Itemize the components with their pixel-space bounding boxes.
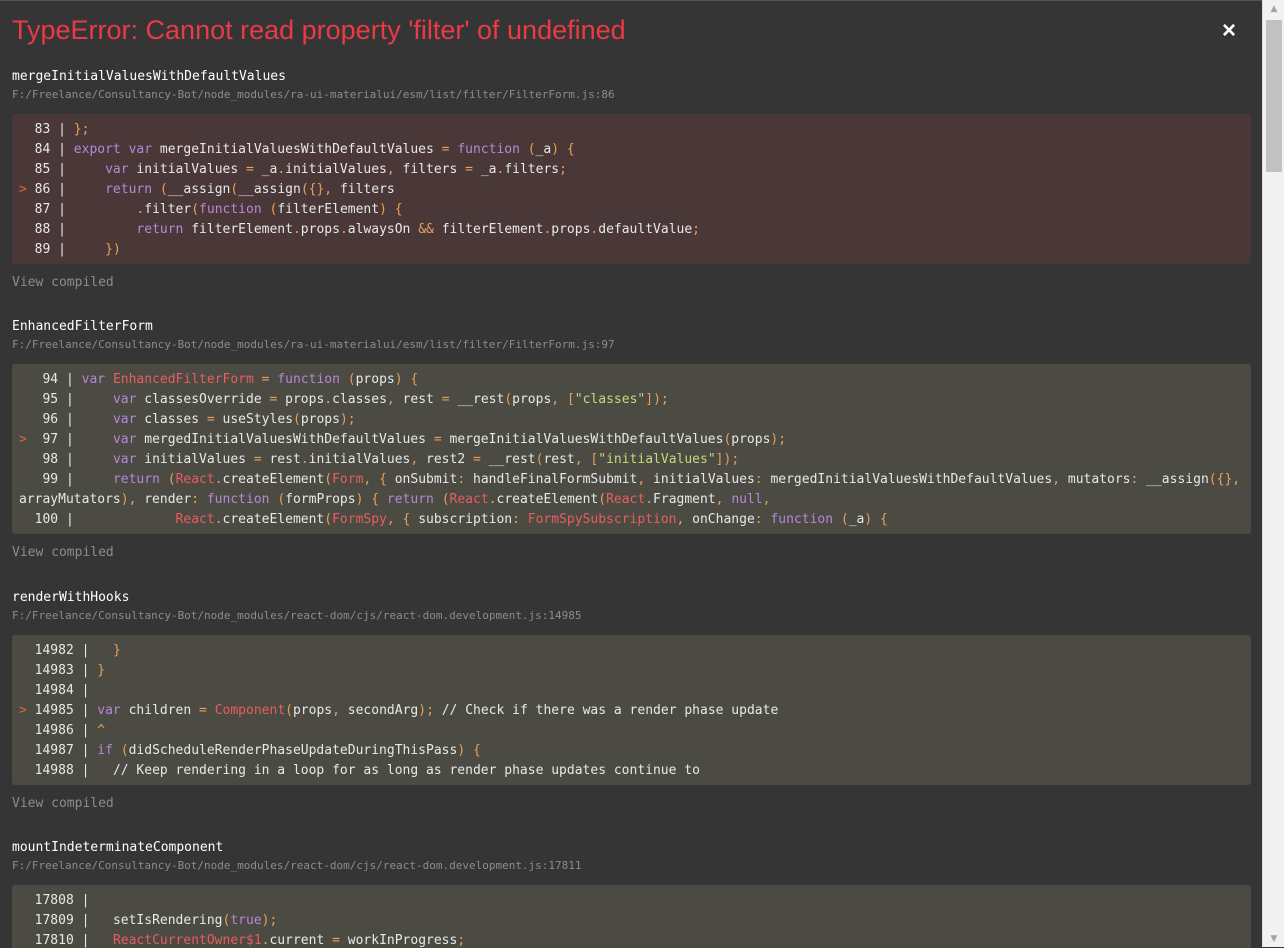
line-number: 14987 | [34,743,98,758]
frame-function-name: renderWithHooks [12,590,130,605]
view-compiled-link[interactable]: View compiled [12,796,1251,812]
code-snippet: 94 | var EnhancedFilterForm = function (… [12,364,1251,534]
code-line: 14982 | } [34,643,121,658]
line-number: 87 | [34,202,74,217]
code-line: 14988 | // Keep rendering in a loop for … [34,763,700,778]
line-number: 14984 | [34,683,98,698]
frame-file-path: F:/Freelance/Consultancy-Bot/node_module… [12,609,582,622]
code-line: 96 | var classes = useStyles(props); [34,412,356,427]
stack-frame: renderWithHooks F:/Freelance/Consultancy-… [12,590,1251,812]
error-marker-icon: > [19,703,27,718]
code-line: 17809 | setIsRendering(true); [34,913,278,928]
close-icon[interactable]: × [1222,19,1236,43]
code-snippet: 14982 | } 14983 | } 14984 | > 14985 | va… [12,635,1251,785]
code-line-error: > 14985 | var children = Component(props… [19,703,779,718]
stack-frame: EnhancedFilterForm F:/Freelance/Consultan… [12,319,1251,561]
stack-frame: mergeInitialValuesWithDefaultValues F:/Fr… [12,69,1251,291]
code-line: 14984 | [19,681,1251,701]
code-line: 83 | }; [34,122,90,137]
code-line: 87 | .filter(function (filterElement) { [34,202,403,217]
code-line: 85 | var initialValues = _a.initialValue… [34,162,567,177]
scroll-down-arrow-icon[interactable]: ▼ [1263,930,1284,947]
scroll-up-arrow-icon[interactable]: ▲ [1263,0,1284,17]
code-line: 99 | return (React.createElement(Form, {… [34,472,1241,487]
line-number: 14985 | [34,703,98,718]
line-number: 14982 | [34,643,98,658]
code-line: 88 | return filterElement.props.alwaysOn… [34,222,700,237]
line-number: 14988 | [34,763,98,778]
stack-frame: mountIndeterminateComponent F:/Freelance/… [12,840,1251,948]
code-snippet: 83 | }; 84 | export var mergeInitialValu… [12,114,1251,264]
code-line: 14983 | } [34,663,106,678]
error-marker-icon: > [19,182,27,197]
error-overlay: TypeError: Cannot read property 'filter'… [0,0,1262,948]
scrollbar-thumb[interactable] [1266,20,1282,172]
line-number: 14983 | [34,663,98,678]
line-number: 97 | [34,432,82,447]
line-number: 99 | [34,472,82,487]
line-number: 83 | [34,122,74,137]
line-number: 86 | [34,182,74,197]
frame-function-name: EnhancedFilterForm [12,319,153,334]
code-line-error: > 86 | return (__assign(__assign({}, fil… [19,182,395,197]
scrollbar[interactable]: ▲ ▼ [1262,0,1284,947]
error-title: TypeError: Cannot read property 'filter'… [12,15,626,45]
line-number: 17809 | [34,913,98,928]
frame-function-name: mountIndeterminateComponent [12,840,224,855]
code-line: 84 | export var mergeInitialValuesWithDe… [34,142,575,157]
code-line: 89 | }) [34,242,121,257]
line-number: 96 | [34,412,82,427]
code-line: arrayMutators), render: function (formPr… [19,492,771,507]
code-snippet: 17808 | 17809 | setIsRendering(true); 17… [12,885,1251,948]
code-line: 14986 | ^ [34,723,106,738]
line-number: 89 | [34,242,74,257]
line-number: 84 | [34,142,74,157]
line-number: 88 | [34,222,74,237]
code-line-error: > 97 | var mergedInitialValuesWithDefaul… [19,432,787,447]
line-number: 17808 | [34,893,98,908]
line-number: 14986 | [34,723,98,738]
code-line: 94 | var EnhancedFilterForm = function (… [34,372,419,387]
line-number: 100 | [34,512,82,527]
code-line: 17810 | ReactCurrentOwner$1.current = wo… [34,933,466,948]
view-compiled-link[interactable]: View compiled [12,275,1251,291]
code-line: 100 | React.createElement(FormSpy, { sub… [34,512,888,527]
frame-file-path: F:/Freelance/Consultancy-Bot/node_module… [12,88,615,101]
frame-file-path: F:/Freelance/Consultancy-Bot/node_module… [12,859,582,872]
code-line: 17808 | [19,891,1251,911]
code-line: 98 | var initialValues = rest.initialVal… [34,452,740,467]
line-number: 98 | [34,452,82,467]
error-marker-icon: > [19,432,27,447]
line-number: 17810 | [34,933,98,948]
code-line: 14987 | if (didScheduleRenderPhaseUpdate… [34,743,481,758]
view-compiled-link[interactable]: View compiled [12,545,1251,561]
line-number: 94 | [34,372,82,387]
frame-file-path: F:/Freelance/Consultancy-Bot/node_module… [12,338,615,351]
line-number: 85 | [34,162,74,177]
frame-function-name: mergeInitialValuesWithDefaultValues [12,69,286,84]
code-line: 95 | var classesOverride = props.classes… [34,392,669,407]
line-number: 95 | [34,392,82,407]
